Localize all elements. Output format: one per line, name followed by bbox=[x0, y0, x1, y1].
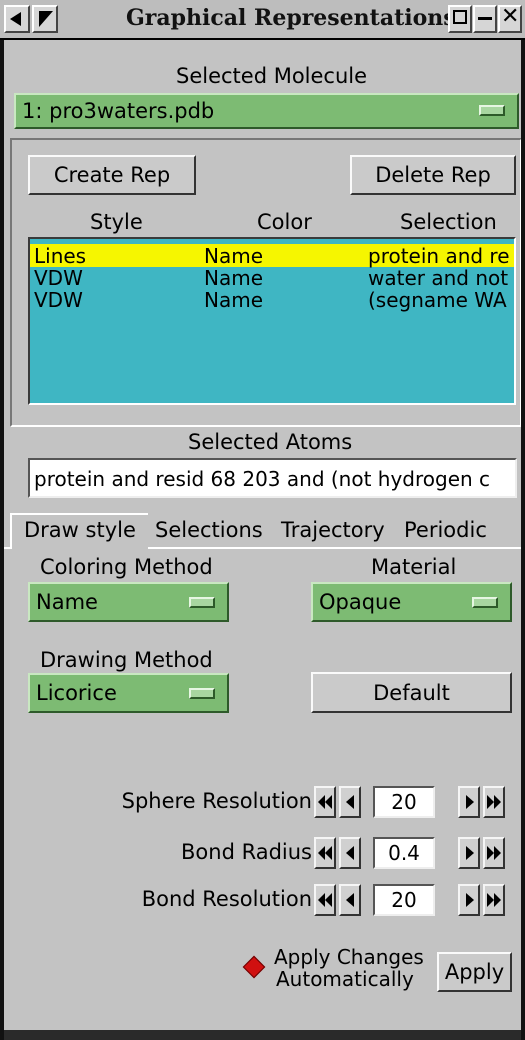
sphere-resolution-value[interactable]: 20 bbox=[373, 786, 435, 818]
drawing-method-value: Licorice bbox=[36, 681, 117, 705]
right-arrow-icon bbox=[466, 795, 474, 809]
bond-radius-decrement-fast[interactable] bbox=[314, 837, 336, 869]
rep-color: Name bbox=[204, 288, 264, 312]
sphere-resolution-decrement[interactable] bbox=[339, 786, 361, 818]
apply-button[interactable]: Apply bbox=[437, 952, 512, 992]
double-left-arrow-icon-part bbox=[325, 795, 332, 809]
double-right-arrow-icon-part bbox=[494, 893, 501, 907]
selected-atoms-label: Selected Atoms bbox=[188, 430, 353, 454]
corner-arrow-icon bbox=[39, 11, 53, 27]
bond-resolution-label: Bond Resolution bbox=[141, 887, 312, 911]
bond-radius-decrement[interactable] bbox=[339, 837, 361, 869]
coloring-method-menu[interactable]: Name bbox=[28, 582, 229, 622]
bond-resolution-decrement[interactable] bbox=[339, 884, 361, 916]
rep-row[interactable]: VDW Name water and not bbox=[30, 266, 514, 290]
bond-resolution-increment[interactable] bbox=[458, 884, 480, 916]
double-left-arrow-icon bbox=[318, 846, 325, 860]
bond-radius-value[interactable]: 0.4 bbox=[373, 837, 435, 869]
double-right-arrow-icon bbox=[487, 893, 494, 907]
rep-selection: water and not bbox=[368, 266, 509, 290]
rep-style: VDW bbox=[34, 288, 83, 312]
double-left-arrow-icon bbox=[318, 795, 325, 809]
bond-resolution-decrement-fast[interactable] bbox=[314, 884, 336, 916]
minimize-button[interactable] bbox=[473, 5, 497, 33]
close-icon: ✕ bbox=[501, 4, 520, 29]
left-arrow-icon bbox=[346, 846, 354, 860]
left-arrow-icon bbox=[346, 893, 354, 907]
left-arrow-icon bbox=[10, 12, 21, 26]
molecule-selector-value: 1: pro3waters.pdb bbox=[22, 99, 215, 123]
double-left-arrow-icon-part bbox=[325, 846, 332, 860]
rep-selection: (segname WA bbox=[368, 288, 507, 312]
double-right-arrow-icon-part bbox=[494, 795, 501, 809]
bond-resolution-value[interactable]: 20 bbox=[373, 884, 435, 916]
bond-radius-increment-fast[interactable] bbox=[483, 837, 505, 869]
molecule-selector[interactable]: 1: pro3waters.pdb bbox=[14, 93, 519, 129]
apply-automatically-label: Apply Changes Automatically bbox=[274, 946, 424, 990]
rep-row[interactable]: Lines Name protein and re bbox=[30, 244, 514, 268]
rep-style: Lines bbox=[34, 244, 87, 268]
material-value: Opaque bbox=[319, 590, 402, 614]
shade-button[interactable] bbox=[32, 5, 58, 33]
tab-trajectory[interactable]: Trajectory bbox=[281, 518, 385, 542]
column-header-color: Color bbox=[257, 210, 312, 234]
minimize-icon bbox=[478, 17, 492, 20]
close-button[interactable]: ✕ bbox=[498, 5, 522, 33]
window-right-edge bbox=[521, 40, 525, 1040]
dropdown-indicator-icon bbox=[189, 688, 215, 699]
left-arrow-icon bbox=[346, 795, 354, 809]
delete-rep-button[interactable]: Delete Rep bbox=[350, 155, 516, 195]
window-menu-button[interactable] bbox=[4, 5, 30, 33]
rep-style: VDW bbox=[34, 266, 83, 290]
bond-radius-label: Bond Radius bbox=[181, 840, 312, 864]
dropdown-indicator-icon bbox=[189, 597, 215, 608]
apply-automatically-toggle[interactable] bbox=[242, 955, 266, 979]
selected-atoms-input[interactable]: protein and resid 68 203 and (not hydrog… bbox=[28, 458, 517, 498]
apply-automatically-line1: Apply Changes bbox=[274, 945, 424, 969]
title-bar: Graphical Representations ✕ bbox=[0, 0, 525, 40]
restore-button[interactable] bbox=[448, 5, 472, 33]
restore-icon bbox=[453, 10, 467, 24]
material-label: Material bbox=[371, 555, 457, 579]
graphical-representations-window: Graphical Representations ✕ Selected Mol… bbox=[0, 0, 525, 1040]
double-left-arrow-icon bbox=[318, 893, 325, 907]
coloring-method-value: Name bbox=[36, 590, 98, 614]
double-right-arrow-icon-part bbox=[494, 846, 501, 860]
selected-atoms-text: protein and resid 68 203 and (not hydrog… bbox=[34, 467, 491, 491]
column-header-style: Style bbox=[90, 210, 143, 234]
sphere-resolution-increment-fast[interactable] bbox=[483, 786, 505, 818]
rep-selection: protein and re bbox=[368, 244, 510, 268]
double-right-arrow-icon bbox=[487, 846, 494, 860]
default-button[interactable]: Default bbox=[311, 672, 512, 713]
bond-resolution-increment-fast[interactable] bbox=[483, 884, 505, 916]
rep-row[interactable]: VDW Name (segname WA bbox=[30, 288, 514, 312]
create-rep-button[interactable]: Create Rep bbox=[28, 155, 196, 195]
sphere-resolution-decrement-fast[interactable] bbox=[314, 786, 336, 818]
drawing-method-label: Drawing Method bbox=[40, 648, 213, 672]
drawing-method-menu[interactable]: Licorice bbox=[28, 673, 229, 713]
material-menu[interactable]: Opaque bbox=[311, 582, 512, 622]
window-bottom-edge bbox=[0, 1030, 525, 1040]
coloring-method-label: Coloring Method bbox=[40, 555, 213, 579]
window-left-edge bbox=[0, 40, 4, 1040]
dropdown-indicator-icon bbox=[472, 597, 498, 608]
tab-selections[interactable]: Selections bbox=[155, 518, 263, 542]
tab-periodic[interactable]: Periodic bbox=[404, 518, 487, 542]
right-arrow-icon bbox=[466, 893, 474, 907]
window-title: Graphical Representations bbox=[126, 5, 456, 31]
double-right-arrow-icon bbox=[487, 795, 494, 809]
double-left-arrow-icon-part bbox=[325, 893, 332, 907]
right-arrow-icon bbox=[466, 846, 474, 860]
dropdown-indicator-icon bbox=[479, 105, 505, 116]
tab-draw-style-label: Draw style bbox=[24, 518, 136, 542]
reps-list[interactable]: Lines Name protein and re VDW Name water… bbox=[28, 237, 516, 405]
column-header-selection: Selection bbox=[400, 210, 497, 234]
selected-molecule-label: Selected Molecule bbox=[176, 64, 368, 88]
bond-radius-increment[interactable] bbox=[458, 837, 480, 869]
apply-automatically-line2: Automatically bbox=[276, 967, 414, 991]
sphere-resolution-label: Sphere Resolution bbox=[121, 789, 312, 813]
rep-color: Name bbox=[204, 266, 264, 290]
sphere-resolution-increment[interactable] bbox=[458, 786, 480, 818]
rep-color: Name bbox=[204, 244, 264, 268]
